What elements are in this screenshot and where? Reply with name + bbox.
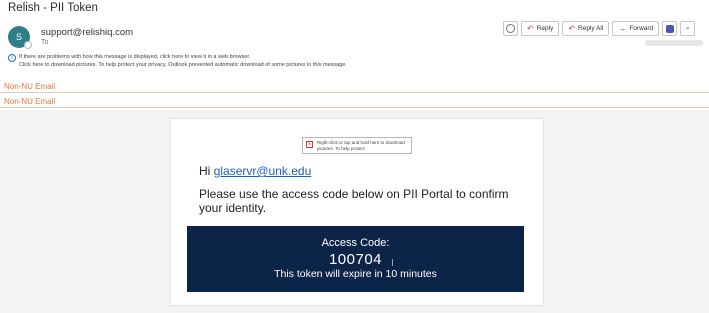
reply-icon: ↶ — [527, 24, 534, 33]
message-subject: Relish - PII Token — [8, 2, 98, 14]
reply-all-label: Reply All — [578, 25, 604, 32]
forward-label: Forward — [629, 25, 654, 32]
token-expiry-text: This token will expire in 10 minutes — [274, 268, 437, 280]
reply-button[interactable]: ↶ Reply — [521, 21, 560, 36]
reply-all-button[interactable]: ↶ Reply All — [562, 21, 610, 36]
emoji-icon[interactable] — [503, 21, 518, 36]
forward-icon: → — [618, 24, 627, 33]
external-email-banner: Non-NU Email — [0, 80, 709, 93]
to-label: To — [41, 39, 49, 46]
info-line-display[interactable]: If there are problems with how this mess… — [19, 54, 250, 60]
more-icon[interactable]: ⌄ — [680, 21, 696, 36]
image-placeholder-text: Right-click or tap and hold here to down… — [317, 140, 405, 151]
info-line-pictures[interactable]: Click here to download pictures. To help… — [19, 62, 347, 68]
message-actions-toolbar: ↶ Reply ↶ Reply All → Forward ⌄ — [503, 21, 696, 36]
access-code-box: Access Code: 100704 This token will expi… — [187, 226, 524, 292]
sender-email[interactable]: support@relishiq.com — [41, 27, 133, 38]
message-text: Please use the access code below on PII … — [199, 187, 509, 215]
blocked-image-placeholder[interactable]: × Right-click or tap and hold here to do… — [302, 137, 412, 154]
access-code-label: Access Code: — [321, 237, 390, 249]
forward-button[interactable]: → Forward — [612, 21, 660, 36]
external-email-banner: Non-NU Email — [0, 95, 709, 108]
greeting: Hi glaservr@unk.edu — [199, 164, 311, 178]
broken-image-icon: × — [306, 141, 313, 148]
teams-icon[interactable] — [662, 21, 678, 36]
access-code-value[interactable]: 100704 — [187, 251, 524, 268]
received-date-blurred — [645, 40, 703, 46]
reply-all-icon: ↶ — [568, 24, 576, 33]
greeting-prefix: Hi — [199, 164, 211, 178]
text-cursor-icon: I — [391, 258, 394, 269]
presence-status-icon — [24, 41, 32, 49]
info-icon: i — [8, 54, 16, 62]
reply-label: Reply — [536, 25, 554, 32]
recipient-email-link[interactable]: glaservr@unk.edu — [214, 164, 312, 178]
